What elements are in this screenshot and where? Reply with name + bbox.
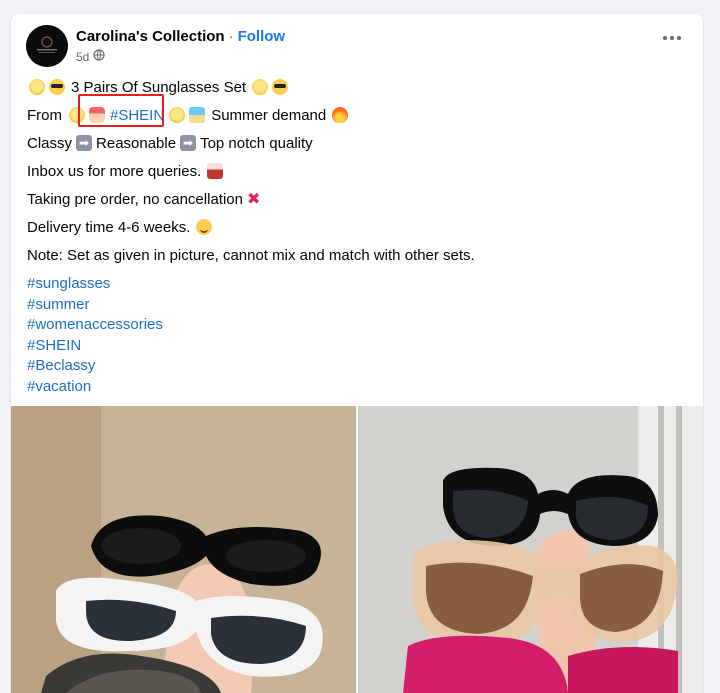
separator-dot: · [228, 28, 234, 45]
summer-demand-text: Summer demand [211, 106, 327, 124]
sunglasses-photo-right[interactable] [358, 406, 703, 693]
text-line-5: Taking pre order, no cancellation ✖ [27, 188, 260, 210]
fire-emoji-icon [332, 107, 349, 123]
text-line-7: Note: Set as given in picture, cannot mi… [27, 244, 475, 266]
post-time[interactable]: 5d [76, 50, 89, 64]
post-header: Carolina's Collection · Follow 5d [11, 14, 703, 74]
text-line-3: Classy ➡ Reasonable ➡ Top notch quality [27, 132, 313, 154]
hashtag-link[interactable]: #SHEIN [27, 335, 81, 355]
more-options-icon[interactable] [663, 36, 681, 40]
cross-mark-icon: ✖ [246, 191, 261, 208]
hashtag-link[interactable]: #summer [27, 294, 90, 314]
highlight-box [78, 94, 164, 127]
right-arrow-icon: ➡ [76, 135, 93, 151]
smile-emoji-icon [196, 219, 213, 235]
preorder-text: Taking pre order, no cancellation [27, 190, 243, 208]
cool-face-emoji-icon [272, 79, 289, 95]
right-arrow-icon: ➡ [180, 135, 197, 151]
text-line-4: Inbox us for more queries. [27, 160, 225, 182]
follow-button[interactable]: Follow [238, 28, 286, 45]
post-meta: 5d [76, 49, 105, 64]
reasonable-text: Reasonable [96, 134, 177, 152]
note-text: Note: Set as given in picture, cannot mi… [27, 246, 475, 264]
sunglasses-photo-left[interactable] [11, 406, 356, 693]
sun-emoji-icon [169, 107, 186, 123]
page-avatar[interactable] [26, 25, 68, 67]
hashtag-link[interactable]: #vacation [27, 376, 91, 396]
delivery-text: Delivery time 4-6 weeks. [27, 218, 191, 236]
quality-text: Top notch quality [200, 134, 313, 152]
hashtag-link[interactable]: #womenaccessories [27, 314, 163, 334]
sun-emoji-icon [252, 79, 269, 95]
globe-icon [93, 49, 105, 64]
from-text: From [27, 106, 62, 124]
beach-emoji-icon [189, 107, 206, 123]
text-line-6: Delivery time 4-6 weeks. [27, 216, 214, 238]
hashtag-link[interactable]: #Beclassy [27, 355, 95, 375]
cool-face-emoji-icon [49, 79, 65, 95]
sun-emoji-icon [29, 79, 45, 95]
text-line-2: From #SHEIN Summer demand [27, 104, 350, 126]
inbox-text: Inbox us for more queries. [27, 162, 202, 180]
hashtag-link[interactable]: #sunglasses [27, 273, 110, 293]
classy-text: Classy [27, 134, 73, 152]
author-line: Carolina's Collection · Follow [76, 27, 285, 47]
cake-emoji-icon [207, 163, 224, 179]
photo-grid [11, 406, 703, 693]
title-text: 3 Pairs Of Sunglasses Set [71, 78, 247, 96]
author-name[interactable]: Carolina's Collection [76, 28, 225, 45]
